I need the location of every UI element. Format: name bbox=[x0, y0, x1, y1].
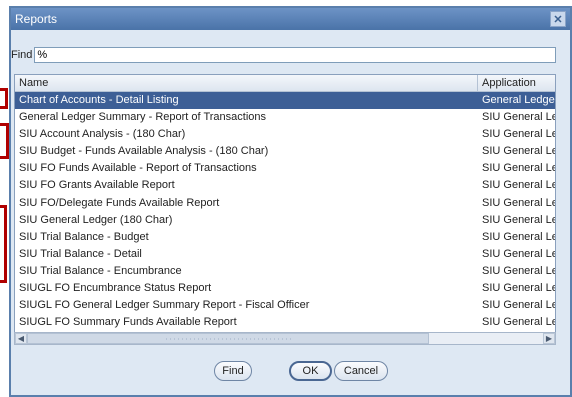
list-item[interactable]: Chart of Accounts - Detail Listing Genera… bbox=[15, 92, 555, 110]
list-item[interactable]: General Ledger Summary - Report of Trans… bbox=[15, 109, 555, 126]
scroll-thumb[interactable] bbox=[27, 333, 429, 344]
list-header: Name Application bbox=[15, 75, 555, 92]
report-application: SIU General Le bbox=[482, 128, 555, 141]
report-name: SIU Trial Balance - Budget bbox=[19, 230, 149, 243]
annotation-mark bbox=[0, 88, 8, 109]
report-name: SIU General Ledger (180 Char) bbox=[19, 213, 173, 226]
scroll-right-icon[interactable]: ▶ bbox=[543, 333, 555, 344]
find-label: Find bbox=[11, 49, 33, 61]
window-title: Reports bbox=[15, 12, 58, 26]
find-input[interactable] bbox=[34, 47, 557, 63]
report-application: SIU General Le bbox=[482, 196, 555, 209]
list-rows: Chart of Accounts - Detail Listing Genera… bbox=[15, 92, 555, 331]
report-application: SIU General Le bbox=[482, 282, 555, 295]
column-header-name[interactable]: Name bbox=[15, 75, 478, 91]
report-name: SIUGL FO Summary Funds Available Report bbox=[19, 316, 237, 329]
list-item[interactable]: SIU Trial Balance - Detail SIU General Le bbox=[15, 246, 555, 263]
cancel-button[interactable]: Cancel bbox=[334, 361, 388, 381]
report-name: SIU FO Funds Available - Report of Trans… bbox=[19, 162, 257, 175]
report-name: Chart of Accounts - Detail Listing bbox=[19, 94, 179, 106]
report-name: SIU FO Grants Available Report bbox=[19, 179, 175, 192]
report-name: SIU Trial Balance - Detail bbox=[19, 247, 142, 260]
report-name: SIU Trial Balance - Encumbrance bbox=[19, 264, 182, 277]
report-application: SIU General Le bbox=[482, 145, 555, 158]
list-item[interactable]: SIUGL FO Summary Funds Available Report S… bbox=[15, 314, 555, 331]
title-bar: Reports ✕ bbox=[11, 8, 570, 30]
report-application: SIU General Le bbox=[482, 111, 555, 124]
list-item[interactable]: SIU Trial Balance - Budget SIU General Le bbox=[15, 229, 555, 246]
close-icon[interactable]: ✕ bbox=[550, 11, 566, 27]
report-name: SIU Budget - Funds Available Analysis - … bbox=[19, 145, 269, 158]
report-name: SIUGL FO Encumbrance Status Report bbox=[19, 282, 212, 295]
column-header-application[interactable]: Application bbox=[478, 75, 555, 91]
annotation-mark bbox=[0, 205, 7, 283]
horizontal-scrollbar[interactable]: ◀ ▶ bbox=[14, 332, 556, 345]
report-application: SIU General Le bbox=[482, 264, 555, 277]
report-name: SIUGL FO General Ledger Summary Report -… bbox=[19, 299, 310, 312]
list-item[interactable]: SIU General Ledger (180 Char) SIU General… bbox=[15, 212, 555, 229]
report-application: SIU General Le bbox=[482, 230, 555, 243]
report-application: SIU General Le bbox=[482, 162, 555, 175]
ok-button[interactable]: OK bbox=[289, 361, 332, 381]
list-item[interactable]: SIU Trial Balance - Encumbrance SIU Gener… bbox=[15, 263, 555, 280]
report-application: General Ledge bbox=[482, 94, 555, 106]
list-item[interactable]: SIU Account Analysis - (180 Char) SIU Gen… bbox=[15, 126, 555, 143]
find-row: Find bbox=[11, 47, 557, 63]
scroll-left-icon[interactable]: ◀ bbox=[15, 333, 27, 344]
list-item[interactable]: SIUGL FO General Ledger Summary Report -… bbox=[15, 297, 555, 314]
list-item[interactable]: SIUGL FO Encumbrance Status Report SIU Ge… bbox=[15, 280, 555, 297]
report-application: SIU General Le bbox=[482, 299, 555, 312]
report-application: SIU General Le bbox=[482, 179, 555, 192]
list-item[interactable]: SIU Budget - Funds Available Analysis - … bbox=[15, 143, 555, 160]
report-name: SIU Account Analysis - (180 Char) bbox=[19, 128, 186, 141]
report-application: SIU General Le bbox=[482, 213, 555, 226]
report-name: General Ledger Summary - Report of Trans… bbox=[19, 111, 267, 124]
scroll-track[interactable] bbox=[27, 333, 543, 344]
report-application: SIU General Le bbox=[482, 247, 555, 260]
list-item[interactable]: SIU FO Grants Available Report SIU Genera… bbox=[15, 177, 555, 194]
report-list: Name Application Chart of Accounts - Det… bbox=[14, 74, 556, 345]
list-item[interactable]: SIU FO Funds Available - Report of Trans… bbox=[15, 160, 555, 177]
report-application: SIU General Le bbox=[482, 316, 555, 329]
find-button[interactable]: Find bbox=[214, 361, 252, 381]
list-item[interactable]: SIU FO/Delegate Funds Available Report SI… bbox=[15, 195, 555, 212]
annotation-mark bbox=[0, 123, 9, 159]
report-name: SIU FO/Delegate Funds Available Report bbox=[19, 196, 220, 209]
